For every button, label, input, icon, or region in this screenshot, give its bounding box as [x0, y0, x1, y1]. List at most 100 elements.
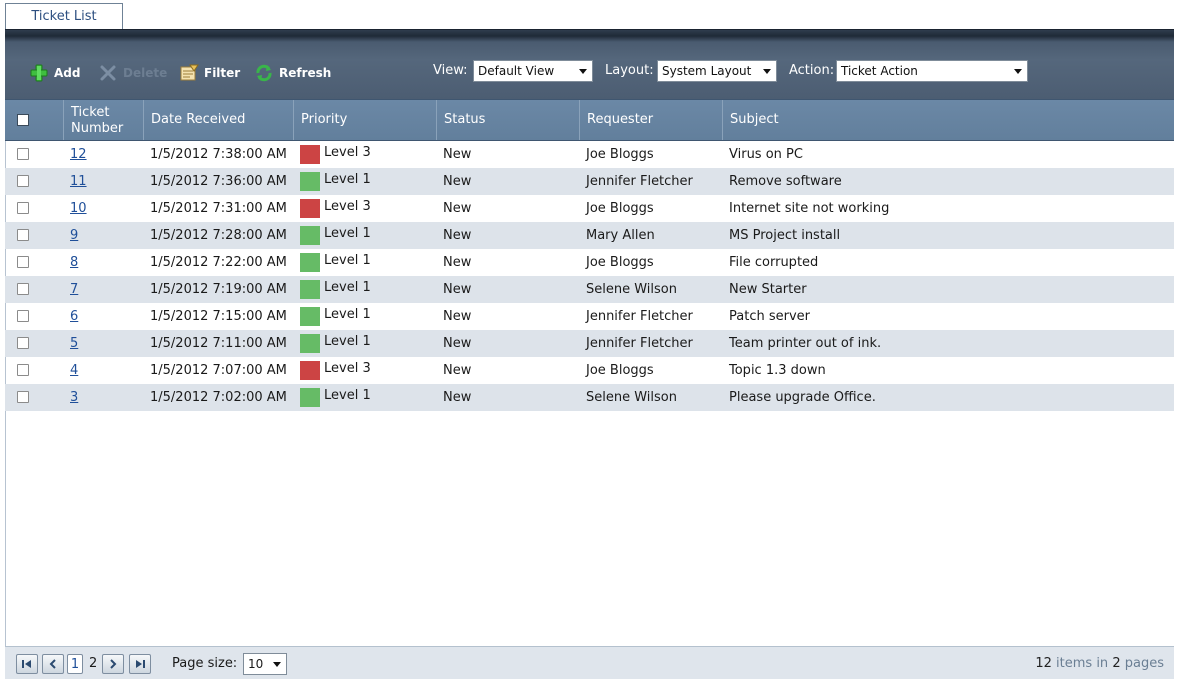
table-row[interactable]: 3 1/5/2012 7:02:00 AM Level 1 New Selene Wil…: [5, 384, 1174, 411]
ticket-number-link[interactable]: 9: [70, 228, 78, 243]
priority-label: Level 1: [324, 253, 371, 268]
priority-label: Level 1: [324, 334, 371, 349]
table-row[interactable]: 8 1/5/2012 7:22:00 AM Level 1 New Joe Bloggs…: [5, 249, 1174, 276]
view-label: View:: [433, 63, 468, 78]
priority-color-swatch: [300, 145, 320, 164]
ticket-number-link[interactable]: 3: [70, 390, 78, 405]
table-row[interactable]: 7 1/5/2012 7:19:00 AM Level 1 New Selene Wil…: [5, 276, 1174, 303]
priority-cell: Level 1: [300, 303, 440, 330]
first-page-button[interactable]: [16, 654, 38, 674]
action-select-value: Ticket Action: [841, 64, 918, 78]
row-checkbox[interactable]: [17, 283, 29, 295]
table-row[interactable]: 12 1/5/2012 7:38:00 AM Level 3 New Joe Blogg…: [5, 141, 1174, 168]
status-cell: New: [443, 174, 472, 189]
grid-header: Ticket Number Date Received Priority Sta…: [5, 99, 1174, 141]
layout-select[interactable]: System Layout: [657, 60, 777, 82]
subject-cell: Please upgrade Office.: [729, 390, 876, 405]
subject-cell: Virus on PC: [729, 147, 803, 162]
layout-select-value: System Layout: [662, 64, 752, 78]
priority-label: Level 1: [324, 307, 371, 322]
date-received-cell: 1/5/2012 7:36:00 AM: [150, 174, 287, 189]
date-received-cell: 1/5/2012 7:02:00 AM: [150, 390, 287, 405]
add-button[interactable]: Add: [29, 64, 80, 82]
row-checkbox[interactable]: [17, 391, 29, 403]
row-checkbox[interactable]: [17, 337, 29, 349]
priority-color-swatch: [300, 361, 320, 380]
page-size-dropdown-arrow-icon: [273, 662, 281, 667]
row-checkbox[interactable]: [17, 148, 29, 160]
ticket-table-body: 12 1/5/2012 7:38:00 AM Level 3 New Joe Blogg…: [5, 141, 1174, 411]
view-select[interactable]: Default View: [473, 60, 593, 82]
table-row[interactable]: 4 1/5/2012 7:07:00 AM Level 3 New Joe Bloggs…: [5, 357, 1174, 384]
ticket-number-link[interactable]: 10: [70, 201, 87, 216]
pager-bar: 1 2 Page size: 10 12 items in 2 pages: [5, 646, 1174, 679]
total-items-count: 12: [1035, 656, 1052, 671]
date-received-cell: 1/5/2012 7:15:00 AM: [150, 309, 287, 324]
plus-icon: [29, 63, 49, 83]
row-checkbox[interactable]: [17, 229, 29, 241]
date-received-cell: 1/5/2012 7:31:00 AM: [150, 201, 287, 216]
column-header-ticket-number-line1: Ticket: [71, 105, 110, 120]
delete-button[interactable]: Delete: [98, 64, 167, 82]
refresh-button[interactable]: Refresh: [254, 64, 331, 82]
ticket-number-link[interactable]: 5: [70, 336, 78, 351]
next-page-button[interactable]: [102, 654, 124, 674]
ticket-number-link[interactable]: 11: [70, 174, 87, 189]
filter-icon: [179, 63, 199, 83]
table-row[interactable]: 6 1/5/2012 7:15:00 AM Level 1 New Jennifer F…: [5, 303, 1174, 330]
select-all-checkbox[interactable]: [17, 114, 29, 126]
priority-color-swatch: [300, 388, 320, 407]
requester-cell: Selene Wilson: [586, 390, 677, 405]
refresh-icon: [254, 63, 274, 83]
ticket-number-link[interactable]: 7: [70, 282, 78, 297]
previous-page-button[interactable]: [42, 654, 64, 674]
priority-cell: Level 1: [300, 384, 440, 411]
subject-cell: New Starter: [729, 282, 807, 297]
ticket-number-link[interactable]: 8: [70, 255, 78, 270]
pages-text: pages: [1124, 656, 1164, 671]
requester-cell: Joe Bloggs: [586, 147, 654, 162]
priority-cell: Level 1: [300, 222, 440, 249]
table-row[interactable]: 10 1/5/2012 7:31:00 AM Level 3 New Joe Blogg…: [5, 195, 1174, 222]
column-header-ticket-number[interactable]: Ticket Number: [63, 100, 143, 140]
row-checkbox[interactable]: [17, 310, 29, 322]
priority-color-swatch: [300, 172, 320, 191]
row-checkbox[interactable]: [17, 256, 29, 268]
column-header-subject[interactable]: Subject: [722, 100, 1174, 140]
last-page-button[interactable]: [129, 654, 151, 674]
status-cell: New: [443, 390, 472, 405]
ticket-number-link[interactable]: 6: [70, 309, 78, 324]
layout-dropdown-arrow-icon: [763, 69, 771, 74]
subject-cell: Remove software: [729, 174, 842, 189]
delete-button-label: Delete: [123, 66, 168, 80]
requester-cell: Jennifer Fletcher: [586, 336, 693, 351]
column-header-requester[interactable]: Requester: [579, 100, 722, 140]
filter-button[interactable]: Filter: [179, 64, 240, 82]
date-received-cell: 1/5/2012 7:38:00 AM: [150, 147, 287, 162]
table-row[interactable]: 11 1/5/2012 7:36:00 AM Level 1 New Jennifer …: [5, 168, 1174, 195]
column-header-priority[interactable]: Priority: [293, 100, 436, 140]
column-header-date-received[interactable]: Date Received: [143, 100, 293, 140]
table-row[interactable]: 5 1/5/2012 7:11:00 AM Level 1 New Jennifer F…: [5, 330, 1174, 357]
priority-label: Level 3: [324, 199, 371, 214]
page-1-link[interactable]: 1: [67, 654, 83, 674]
view-select-value: Default View: [478, 64, 555, 78]
priority-color-swatch: [300, 280, 320, 299]
ticket-number-link[interactable]: 12: [70, 147, 87, 162]
row-checkbox[interactable]: [17, 364, 29, 376]
column-header-status[interactable]: Status: [436, 100, 579, 140]
ticket-number-link[interactable]: 4: [70, 363, 78, 378]
page-size-select[interactable]: 10: [243, 653, 287, 675]
tab-ticket-list[interactable]: Ticket List: [5, 3, 123, 30]
page-2-link[interactable]: 2: [89, 654, 97, 674]
status-cell: New: [443, 363, 472, 378]
priority-label: Level 1: [324, 226, 371, 241]
view-dropdown-arrow-icon: [579, 69, 587, 74]
action-select[interactable]: Ticket Action: [836, 60, 1028, 82]
table-row[interactable]: 9 1/5/2012 7:28:00 AM Level 1 New Mary Allen…: [5, 222, 1174, 249]
last-page-icon: [136, 660, 145, 668]
status-cell: New: [443, 336, 472, 351]
row-checkbox[interactable]: [17, 202, 29, 214]
filter-button-label: Filter: [204, 66, 241, 80]
row-checkbox[interactable]: [17, 175, 29, 187]
